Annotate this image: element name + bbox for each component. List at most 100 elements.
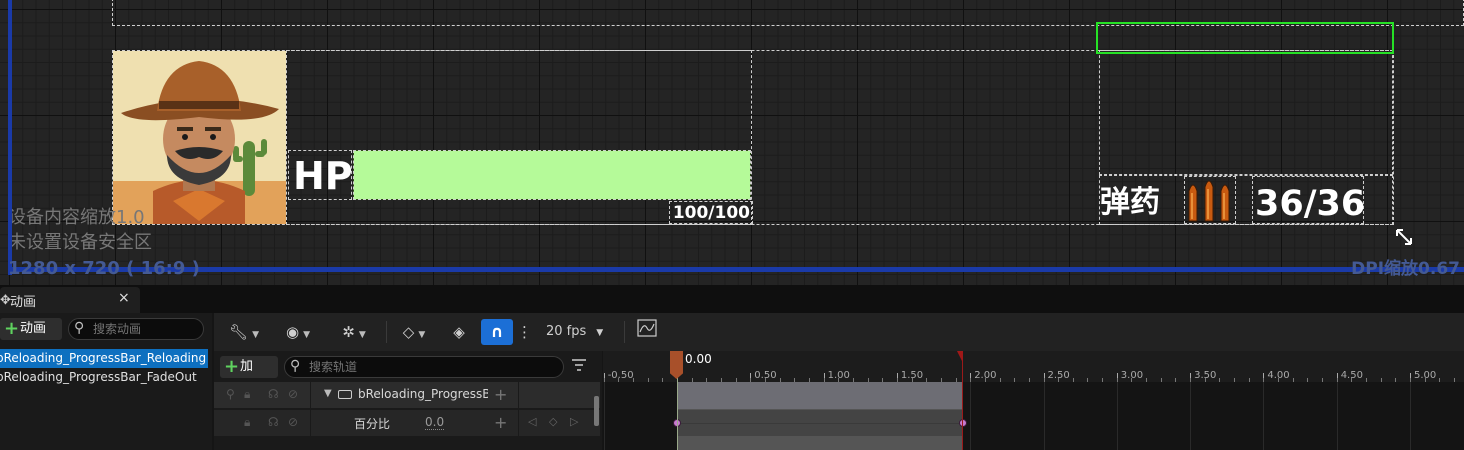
- playback-options-dropdown[interactable]: ✲ ▼: [334, 319, 374, 345]
- track-row-percent[interactable]: 🔒︎ ☊ ⊘ 百分比 0.0 + ◁ ◇ ▷: [214, 410, 600, 436]
- ruler-minor-tick: [1175, 378, 1177, 382]
- mute-icon: ⊘: [288, 387, 299, 401]
- selected-widget-outline[interactable]: [1096, 22, 1394, 54]
- ruler-minor-tick: [1087, 378, 1089, 382]
- playhead-handle[interactable]: [670, 351, 683, 379]
- curve-editor-icon: [637, 319, 657, 337]
- property-value-field[interactable]: 0.0: [425, 415, 445, 430]
- pin-icon: ⚲: [226, 387, 235, 401]
- bottom-panels: ✥ 动画 × + 动画 ⚲ bReloading_ProgressBar_Rel…: [0, 285, 1464, 450]
- curve-editor-button[interactable]: [634, 319, 660, 345]
- timeline-grid-line: [1116, 382, 1118, 450]
- animation-list-item-reloading[interactable]: bReloading_ProgressBar_Reloading: [0, 349, 208, 368]
- ruler-minor-tick: [1439, 378, 1441, 382]
- keyframe-end[interactable]: [959, 419, 967, 427]
- auto-key-button[interactable]: ◈: [448, 319, 470, 345]
- magnet-icon: ∩: [490, 322, 504, 341]
- expand-arrow-icon[interactable]: ▼: [324, 388, 332, 399]
- timeline-grid-line: [1336, 382, 1338, 450]
- keyframe-options-dropdown[interactable]: ◇ ▼: [394, 319, 434, 345]
- previous-key-icon[interactable]: ◁: [528, 415, 536, 428]
- plus-icon: +: [224, 356, 240, 377]
- time-ruler[interactable]: -0.50 0.50 1.00 1.50 2.00 2.50 3.00 3.50 4.00 4.5…: [603, 351, 1464, 382]
- column-divider: [310, 382, 311, 408]
- ruler-minor-tick: [1395, 378, 1397, 382]
- timeline-grid-line: [1190, 382, 1192, 450]
- column-divider: [310, 410, 311, 436]
- diamond-arrow-icon: ◈: [453, 323, 465, 341]
- ruler-minor-tick: [999, 378, 1001, 382]
- chevron-down-icon: ▼: [596, 328, 604, 338]
- animation-list-panel: + 动画 ⚲ bReloading_ProgressBar_Reloading …: [0, 313, 212, 450]
- screen-boundary-left: [8, 0, 12, 275]
- search-tracks-input[interactable]: [309, 359, 549, 375]
- timeline-grid-line: [1043, 382, 1045, 450]
- wrench-icon: 🔧︎: [229, 323, 249, 341]
- toolbar-divider: [624, 321, 625, 343]
- view-options-dropdown[interactable]: ◉ ▼: [278, 319, 318, 345]
- ruler-minor-tick: [1292, 378, 1294, 382]
- ruler-minor-tick: [1278, 378, 1280, 382]
- ammo-value-text: 36/36: [1252, 176, 1365, 224]
- outliner-scrollbar[interactable]: [594, 396, 599, 426]
- more-vertical-icon: ⋮: [517, 323, 532, 341]
- add-track-label: 加: [240, 359, 254, 374]
- timeline-area[interactable]: -0.50 0.50 1.00 1.50 2.00 2.50 3.00 3.50 4.00 4.5…: [603, 351, 1464, 450]
- property-name: 百分比: [354, 417, 391, 431]
- solo-icon: ☊: [268, 387, 279, 401]
- track-name: bReloading_ProgressBar: [358, 387, 488, 401]
- tab-animation[interactable]: ✥ 动画 ×: [0, 287, 140, 313]
- designer-viewport[interactable]: HP 100/100 弹药 36/36 设备内容缩放1.0 未设置设备安全区 1…: [0, 0, 1464, 285]
- bullets-icon: [1184, 176, 1236, 224]
- ammo-panel-outline: [1099, 50, 1393, 175]
- snap-toggle-button[interactable]: ∩: [481, 319, 513, 345]
- track-row-widget[interactable]: ⚲ 🔒︎ ☊ ⊘ ▼ bReloading_ProgressBar +: [214, 382, 600, 408]
- close-icon[interactable]: ×: [118, 290, 130, 306]
- ruler-minor-tick: [1204, 378, 1206, 382]
- widget-track-section[interactable]: [677, 382, 963, 409]
- column-divider: [518, 410, 519, 436]
- toolbar-divider: [386, 321, 387, 343]
- frame-rate-dropdown[interactable]: 20 fps ▼: [546, 319, 603, 345]
- timeline-grid-line: [1410, 382, 1411, 450]
- snap-options-button[interactable]: ⋮: [517, 319, 532, 345]
- playhead-time: 0.00: [685, 352, 712, 366]
- gear-play-icon: ✲: [342, 323, 355, 341]
- dpi-scale-text: DPI缩放0.67: [1351, 259, 1460, 279]
- widget-icon: [338, 390, 352, 399]
- next-key-icon[interactable]: ▷: [570, 415, 578, 428]
- frame-rate-label: 20 fps: [546, 324, 587, 339]
- chevron-down-icon: ▼: [303, 330, 310, 340]
- search-animations-field[interactable]: ⚲: [68, 318, 204, 340]
- add-key-button[interactable]: +: [494, 413, 507, 432]
- ruler-minor-tick: [1072, 378, 1074, 382]
- filter-icon[interactable]: [571, 357, 587, 373]
- add-animation-button[interactable]: + 动画: [0, 318, 62, 340]
- hp-label: HP: [288, 150, 353, 200]
- search-animations-input[interactable]: [93, 321, 193, 337]
- add-subtrack-button[interactable]: +: [494, 385, 507, 404]
- add-key-diamond-icon[interactable]: ◇: [549, 415, 557, 428]
- animation-list-item-fadeout[interactable]: bReloading_ProgressBar_FadeOut: [0, 368, 208, 387]
- search-tracks-field[interactable]: ⚲: [284, 356, 564, 378]
- chevron-down-icon: ▼: [418, 330, 426, 340]
- hp-progress-fill: [354, 151, 750, 199]
- resize-handle-icon[interactable]: [1395, 228, 1413, 246]
- resolution-text: 1280 x 720 ( 16:9 ): [8, 258, 200, 279]
- ruler-minor-tick: [1219, 378, 1221, 382]
- track-outliner: + 加 ⚲ ⚲ 🔒︎ ☊ ⊘ ▼ bReloading_ProgressBar …: [214, 351, 602, 450]
- ruler-minor-tick: [1146, 378, 1148, 382]
- ruler-minor-tick: [1028, 378, 1030, 382]
- chevron-down-icon: ▼: [358, 330, 366, 340]
- ruler-minor-tick: [1424, 378, 1426, 382]
- sequencer-toolbar: 🔧︎ ▼ ◉ ▼ ✲ ▼ ◇ ▼ ◈ ∩ ⋮ 20 fps ▼: [214, 313, 1464, 351]
- hp-progress-bar[interactable]: [353, 150, 751, 200]
- chevron-down-icon: ▼: [252, 330, 259, 340]
- ruler-minor-tick: [1351, 378, 1353, 382]
- add-track-button[interactable]: + 加: [220, 356, 278, 378]
- ruler-minor-tick: [1058, 378, 1060, 382]
- ruler-minor-tick: [1366, 378, 1368, 382]
- tools-dropdown[interactable]: 🔧︎ ▼: [224, 319, 264, 345]
- ruler-minor-tick: [1160, 378, 1162, 382]
- panel-tab-bar: ✥ 动画 ×: [0, 285, 1464, 313]
